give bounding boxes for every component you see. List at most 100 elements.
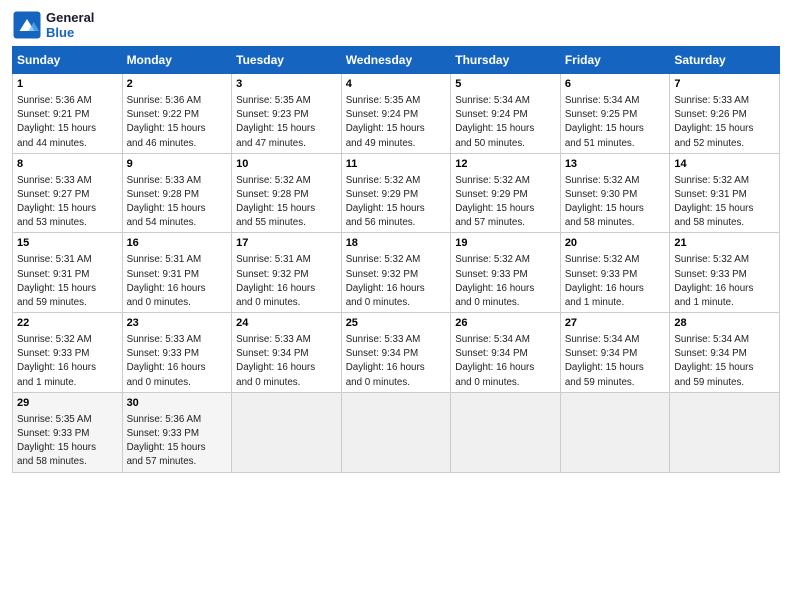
calendar-cell: 8 Sunrise: 5:33 AM Sunset: 9:27 PM Daylig…: [13, 153, 123, 233]
day-info: Sunrise: 5:32 AM Sunset: 9:29 PM Dayligh…: [346, 175, 425, 229]
day-info: Sunrise: 5:32 AM Sunset: 9:33 PM Dayligh…: [674, 254, 753, 308]
calendar-cell: 16 Sunrise: 5:31 AM Sunset: 9:31 PM Dayli…: [122, 233, 232, 313]
column-header-tuesday: Tuesday: [232, 47, 342, 74]
day-number: 9: [127, 157, 228, 172]
calendar-cell: [451, 392, 561, 472]
day-info: Sunrise: 5:33 AM Sunset: 9:34 PM Dayligh…: [236, 334, 315, 388]
day-number: 11: [346, 157, 447, 172]
day-info: Sunrise: 5:32 AM Sunset: 9:33 PM Dayligh…: [17, 334, 96, 388]
calendar-cell: 14Sunrise: 5:32 AM Sunset: 9:31 PM Dayli…: [670, 153, 780, 233]
day-info: Sunrise: 5:32 AM Sunset: 9:32 PM Dayligh…: [346, 254, 425, 308]
day-number: 12: [455, 157, 556, 172]
day-info: Sunrise: 5:34 AM Sunset: 9:25 PM Dayligh…: [565, 95, 644, 149]
day-info: Sunrise: 5:31 AM Sunset: 9:31 PM Dayligh…: [127, 254, 206, 308]
calendar-cell: 25 Sunrise: 5:33 AM Sunset: 9:34 PM Dayli…: [341, 313, 451, 393]
day-info: Sunrise: 5:33 AM Sunset: 9:28 PM Dayligh…: [127, 175, 206, 229]
calendar-cell: 24 Sunrise: 5:33 AM Sunset: 9:34 PM Dayli…: [232, 313, 342, 393]
day-number: 4: [346, 77, 447, 92]
day-number: 16: [127, 236, 228, 251]
calendar-cell: 10Sunrise: 5:32 AM Sunset: 9:28 PM Dayli…: [232, 153, 342, 233]
day-info: Sunrise: 5:35 AM Sunset: 9:33 PM Dayligh…: [17, 414, 96, 468]
day-number: 2: [127, 77, 228, 92]
calendar-cell: 26 Sunrise: 5:34 AM Sunset: 9:34 PM Dayli…: [451, 313, 561, 393]
day-number: 23: [127, 316, 228, 331]
day-number: 3: [236, 77, 337, 92]
calendar-cell: 29 Sunrise: 5:35 AM Sunset: 9:33 PM Dayli…: [13, 392, 123, 472]
day-number: 8: [17, 157, 118, 172]
day-number: 29: [17, 396, 118, 411]
day-number: 5: [455, 77, 556, 92]
calendar-week-0: 1 Sunrise: 5:36 AM Sunset: 9:21 PM Daylig…: [13, 74, 780, 154]
day-number: 30: [127, 396, 228, 411]
day-number: 15: [17, 236, 118, 251]
calendar-cell: 30Sunrise: 5:36 AM Sunset: 9:33 PM Dayli…: [122, 392, 232, 472]
day-number: 21: [674, 236, 775, 251]
day-number: 6: [565, 77, 666, 92]
calendar-cell: 3 Sunrise: 5:35 AM Sunset: 9:23 PM Daylig…: [232, 74, 342, 154]
calendar-cell: 22 Sunrise: 5:32 AM Sunset: 9:33 PM Dayli…: [13, 313, 123, 393]
calendar-cell: 9 Sunrise: 5:33 AM Sunset: 9:28 PM Daylig…: [122, 153, 232, 233]
day-number: 13: [565, 157, 666, 172]
calendar-cell: [560, 392, 670, 472]
day-info: Sunrise: 5:32 AM Sunset: 9:30 PM Dayligh…: [565, 175, 644, 229]
day-number: 20: [565, 236, 666, 251]
day-info: Sunrise: 5:32 AM Sunset: 9:31 PM Dayligh…: [674, 175, 753, 229]
calendar-cell: 20 Sunrise: 5:32 AM Sunset: 9:33 PM Dayli…: [560, 233, 670, 313]
calendar-week-4: 29 Sunrise: 5:35 AM Sunset: 9:33 PM Dayli…: [13, 392, 780, 472]
day-number: 26: [455, 316, 556, 331]
day-info: Sunrise: 5:34 AM Sunset: 9:34 PM Dayligh…: [565, 334, 644, 388]
column-header-thursday: Thursday: [451, 47, 561, 74]
calendar-table: SundayMondayTuesdayWednesdayThursdayFrid…: [12, 46, 780, 473]
column-header-saturday: Saturday: [670, 47, 780, 74]
calendar-header-row: SundayMondayTuesdayWednesdayThursdayFrid…: [13, 47, 780, 74]
calendar-cell: 17 Sunrise: 5:31 AM Sunset: 9:32 PM Dayli…: [232, 233, 342, 313]
calendar-cell: 15 Sunrise: 5:31 AM Sunset: 9:31 PM Dayli…: [13, 233, 123, 313]
calendar-cell: 13 Sunrise: 5:32 AM Sunset: 9:30 PM Dayli…: [560, 153, 670, 233]
calendar-cell: 19 Sunrise: 5:32 AM Sunset: 9:33 PM Dayli…: [451, 233, 561, 313]
day-number: 18: [346, 236, 447, 251]
calendar-cell: 23 Sunrise: 5:33 AM Sunset: 9:33 PM Dayli…: [122, 313, 232, 393]
day-number: 19: [455, 236, 556, 251]
logo-icon: [12, 10, 42, 40]
day-number: 7: [674, 77, 775, 92]
calendar-cell: 11 Sunrise: 5:32 AM Sunset: 9:29 PM Dayli…: [341, 153, 451, 233]
day-number: 22: [17, 316, 118, 331]
day-number: 24: [236, 316, 337, 331]
column-header-sunday: Sunday: [13, 47, 123, 74]
day-info: Sunrise: 5:34 AM Sunset: 9:34 PM Dayligh…: [455, 334, 534, 388]
day-info: Sunrise: 5:35 AM Sunset: 9:23 PM Dayligh…: [236, 95, 315, 149]
logo: General Blue: [12, 10, 94, 40]
calendar-cell: 28Sunrise: 5:34 AM Sunset: 9:34 PM Dayli…: [670, 313, 780, 393]
calendar-week-1: 8 Sunrise: 5:33 AM Sunset: 9:27 PM Daylig…: [13, 153, 780, 233]
day-info: Sunrise: 5:32 AM Sunset: 9:28 PM Dayligh…: [236, 175, 315, 229]
calendar-cell: 4Sunrise: 5:35 AM Sunset: 9:24 PM Daylig…: [341, 74, 451, 154]
day-number: 1: [17, 77, 118, 92]
calendar-cell: [670, 392, 780, 472]
calendar-cell: 2 Sunrise: 5:36 AM Sunset: 9:22 PM Daylig…: [122, 74, 232, 154]
calendar-cell: 7Sunrise: 5:33 AM Sunset: 9:26 PM Daylig…: [670, 74, 780, 154]
day-info: Sunrise: 5:33 AM Sunset: 9:34 PM Dayligh…: [346, 334, 425, 388]
day-info: Sunrise: 5:31 AM Sunset: 9:32 PM Dayligh…: [236, 254, 315, 308]
calendar-week-3: 22 Sunrise: 5:32 AM Sunset: 9:33 PM Dayli…: [13, 313, 780, 393]
day-number: 17: [236, 236, 337, 251]
column-header-friday: Friday: [560, 47, 670, 74]
day-info: Sunrise: 5:32 AM Sunset: 9:29 PM Dayligh…: [455, 175, 534, 229]
day-info: Sunrise: 5:36 AM Sunset: 9:21 PM Dayligh…: [17, 95, 96, 149]
calendar-cell: 5 Sunrise: 5:34 AM Sunset: 9:24 PM Daylig…: [451, 74, 561, 154]
day-info: Sunrise: 5:33 AM Sunset: 9:33 PM Dayligh…: [127, 334, 206, 388]
day-info: Sunrise: 5:36 AM Sunset: 9:22 PM Dayligh…: [127, 95, 206, 149]
calendar-cell: 6 Sunrise: 5:34 AM Sunset: 9:25 PM Daylig…: [560, 74, 670, 154]
calendar-cell: 21 Sunrise: 5:32 AM Sunset: 9:33 PM Dayli…: [670, 233, 780, 313]
day-info: Sunrise: 5:34 AM Sunset: 9:24 PM Dayligh…: [455, 95, 534, 149]
day-info: Sunrise: 5:32 AM Sunset: 9:33 PM Dayligh…: [565, 254, 644, 308]
logo-text: General Blue: [46, 10, 94, 40]
column-header-wednesday: Wednesday: [341, 47, 451, 74]
header: General Blue: [12, 10, 780, 40]
day-info: Sunrise: 5:32 AM Sunset: 9:33 PM Dayligh…: [455, 254, 534, 308]
calendar-week-2: 15 Sunrise: 5:31 AM Sunset: 9:31 PM Dayli…: [13, 233, 780, 313]
day-number: 25: [346, 316, 447, 331]
day-number: 27: [565, 316, 666, 331]
calendar-cell: 12 Sunrise: 5:32 AM Sunset: 9:29 PM Dayli…: [451, 153, 561, 233]
day-info: Sunrise: 5:31 AM Sunset: 9:31 PM Dayligh…: [17, 254, 96, 308]
day-info: Sunrise: 5:33 AM Sunset: 9:27 PM Dayligh…: [17, 175, 96, 229]
